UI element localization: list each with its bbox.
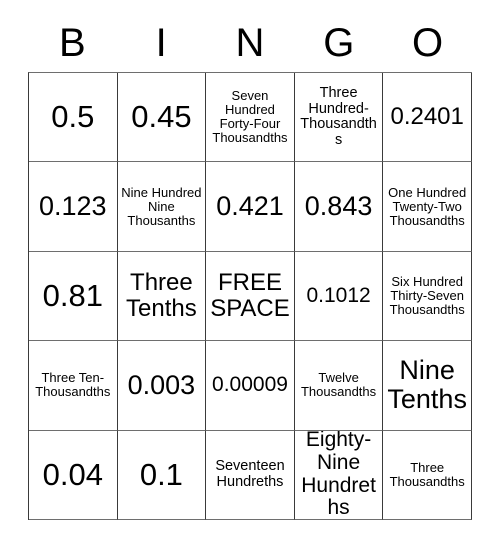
bingo-cell[interactable]: 0.2401 — [383, 73, 472, 163]
bingo-cell[interactable]: 0.81 — [29, 251, 118, 342]
bingo-cell[interactable]: 0.00009 — [206, 341, 295, 431]
bingo-header-letter-b: B — [59, 21, 86, 65]
bingo-cell[interactable]: 0.003 — [117, 341, 207, 431]
bingo-cell[interactable]: Three Hundred-Thousandths — [294, 73, 384, 163]
bingo-cell-label: Twelve Thousandths — [300, 370, 377, 400]
bingo-card: B I N G O 0.5 0.45 Seven Hundred Forty-F… — [28, 14, 472, 520]
bingo-header-letter-n: N — [235, 21, 265, 65]
bingo-cell-label: 0.843 — [304, 191, 373, 221]
bingo-cell[interactable]: Three Thousandths — [383, 430, 472, 520]
bingo-cell[interactable]: One Hundred Twenty-Two Thousandths — [383, 162, 472, 252]
bingo-cell-label: FREE SPACE — [210, 269, 290, 322]
bingo-cell-label: 0.421 — [216, 191, 284, 221]
bingo-cell-label: 0.003 — [127, 369, 196, 400]
bingo-header-letter-i: I — [155, 21, 167, 65]
bingo-cell-free-space[interactable]: FREE SPACE — [206, 251, 295, 342]
bingo-cell-label: 0.5 — [51, 99, 95, 135]
bingo-header-letter-o: O — [412, 21, 444, 65]
bingo-cell-label: 0.00009 — [212, 373, 288, 397]
bingo-cell[interactable]: Twelve Thousandths — [294, 341, 384, 431]
bingo-cell-label: Three Ten-Thousandths — [35, 370, 111, 400]
bingo-row: 0.123 Nine Hundred Nine Thousanths 0.421… — [29, 162, 472, 252]
bingo-cell-label: One Hundred Twenty-Two Thousandths — [388, 184, 467, 228]
bingo-row: 0.5 0.45 Seven Hundred Forty-Four Thousa… — [29, 73, 472, 163]
bingo-grid: 0.5 0.45 Seven Hundred Forty-Four Thousa… — [28, 72, 472, 520]
bingo-cell-label: Three Tenths — [126, 269, 197, 322]
bingo-cell[interactable]: 0.1012 — [294, 251, 384, 342]
bingo-cell-label: Three Thousandths — [389, 459, 465, 489]
bingo-row: 0.81 Three Tenths FREE SPACE 0.1012 Six … — [29, 251, 472, 342]
bingo-cell[interactable]: 0.1 — [117, 430, 207, 520]
bingo-cell-label: 0.2401 — [390, 103, 464, 131]
bingo-cell[interactable]: 0.843 — [294, 162, 384, 252]
bingo-cell[interactable]: 0.421 — [206, 162, 295, 252]
bingo-cell[interactable]: Nine Tenths — [383, 341, 472, 431]
bingo-cell[interactable]: 0.123 — [29, 162, 118, 252]
bingo-header-row: B I N G O — [28, 14, 472, 72]
bingo-cell-label: 0.1 — [139, 457, 183, 493]
bingo-cell[interactable]: Six Hundred Thirty-Seven Thousandths — [383, 251, 472, 342]
bingo-cell-label: 0.45 — [131, 99, 192, 135]
bingo-row: 0.04 0.1 Seventeen Hundreths Eighty-Nine… — [29, 430, 472, 520]
bingo-cell[interactable]: Nine Hundred Nine Thousanths — [117, 162, 207, 252]
bingo-cell[interactable]: 0.45 — [117, 73, 207, 163]
bingo-cell-label: Three Hundred-Thousandths — [300, 84, 377, 148]
bingo-cell-label: 0.04 — [42, 457, 103, 493]
bingo-cell[interactable]: 0.04 — [29, 430, 118, 520]
bingo-cell-label: Seventeen Hundreths — [215, 458, 285, 490]
bingo-cell-label: Seven Hundred Forty-Four Thousandths — [212, 88, 288, 146]
bingo-cell[interactable]: Seven Hundred Forty-Four Thousandths — [206, 73, 295, 163]
bingo-cell-label: Nine Tenths — [387, 355, 467, 415]
bingo-header-letter-g: G — [323, 21, 355, 65]
bingo-cell-label: 0.1012 — [306, 283, 371, 307]
bingo-cell[interactable]: Eighty-Nine Hundreths — [294, 430, 384, 520]
bingo-row: Three Ten-Thousandths 0.003 0.00009 Twel… — [29, 341, 472, 431]
bingo-cell-label: Eighty-Nine Hundreths — [301, 430, 376, 520]
bingo-cell[interactable]: 0.5 — [29, 73, 118, 163]
bingo-cell[interactable]: Three Tenths — [117, 251, 207, 342]
bingo-cell-label: 0.123 — [39, 191, 107, 221]
bingo-cell-label: 0.81 — [42, 278, 103, 314]
bingo-cell[interactable]: Three Ten-Thousandths — [29, 341, 118, 431]
bingo-cell-label: Nine Hundred Nine Thousanths — [121, 184, 202, 228]
bingo-cell[interactable]: Seventeen Hundreths — [206, 430, 295, 520]
bingo-cell-label: Six Hundred Thirty-Seven Thousandths — [389, 273, 465, 317]
